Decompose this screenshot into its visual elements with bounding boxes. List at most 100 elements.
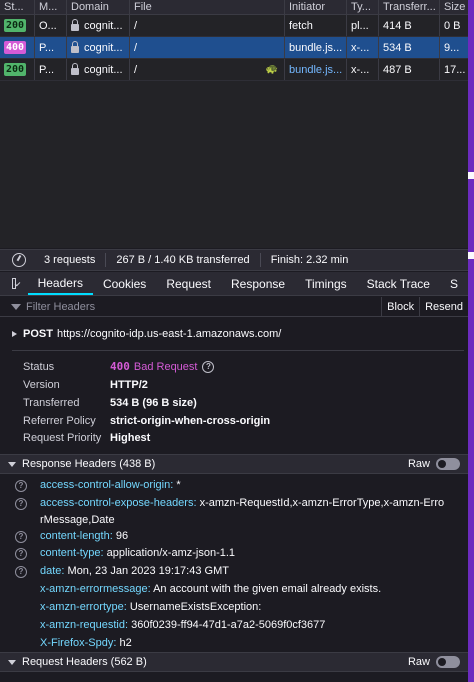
table-row[interactable]: 200 P... cognit... / 🐢 bundle.js... x-...… — [0, 59, 468, 81]
header-item[interactable]: x-amzn-errortype: UsernameExistsExceptio… — [0, 601, 464, 616]
header-value: UsernameExistsException: — [129, 601, 262, 613]
filter-headers-input[interactable]: Filter Headers — [26, 301, 381, 313]
header-item[interactable]: ? content-length: 96 — [0, 530, 464, 545]
col-domain[interactable]: Domain — [67, 0, 130, 14]
col-initiator[interactable]: Initiator — [285, 0, 347, 14]
help-icon[interactable]: ? — [15, 531, 27, 543]
col-status[interactable]: St... — [0, 0, 35, 14]
help-icon[interactable]: ? — [15, 498, 27, 510]
file-cell: / — [130, 37, 285, 58]
status-cell: 200 — [0, 59, 35, 80]
collapse-arrow-icon[interactable] — [8, 461, 16, 467]
request-line[interactable]: POST https://cognito-idp.us-east-1.amazo… — [12, 328, 281, 340]
file-cell: / 🐢 — [130, 59, 285, 80]
tab-headers[interactable]: Headers — [27, 272, 93, 295]
domain-cell: cognit... — [67, 15, 130, 36]
tab-response[interactable]: Response — [221, 272, 295, 295]
dock-panel-icon[interactable] — [12, 278, 16, 289]
turtle-icon: 🐢 — [265, 64, 278, 75]
window-edge — [468, 0, 474, 682]
help-icon[interactable]: ? — [15, 480, 27, 492]
header-item[interactable]: ? access-control-expose-headers: x-amzn-… — [0, 497, 464, 529]
raw-toggle[interactable] — [436, 656, 460, 668]
status-badge: 200 — [4, 19, 27, 32]
header-name: content-length: — [40, 530, 113, 542]
raw-label: Raw — [407, 656, 430, 668]
domain-text: cognit... — [84, 41, 123, 54]
initiator-cell[interactable]: bundle.js... — [285, 37, 347, 58]
type-cell: x-... — [347, 37, 379, 58]
block-button[interactable]: Block — [381, 297, 419, 316]
network-request-table: St... M... Domain File Initiator Ty... T… — [0, 0, 468, 248]
request-headers-title: Request Headers (562 B) — [22, 656, 147, 668]
initiator-cell[interactable]: bundle.js... — [285, 59, 347, 80]
header-item[interactable]: ? date: Mon, 23 Jan 2023 19:17:43 GMT — [0, 565, 464, 580]
tab-security[interactable]: S — [440, 272, 468, 295]
version-row: Version HTTP/2 — [23, 379, 148, 391]
domain-text: cognit... — [84, 19, 123, 32]
size-cell: 0 B — [444, 19, 461, 32]
col-type[interactable]: Ty... — [347, 0, 379, 14]
table-header: St... M... Domain File Initiator Ty... T… — [0, 0, 468, 15]
size-cell: 9... — [444, 41, 460, 54]
tab-cookies[interactable]: Cookies — [93, 272, 156, 295]
header-item[interactable]: x-amzn-errormessage: An account with the… — [0, 583, 464, 598]
status-cell: 400 — [0, 37, 35, 58]
header-name: x-amzn-requestid: — [40, 619, 129, 631]
table-row[interactable]: 200 O... cognit... / fetch pl... 414 B 0… — [0, 15, 468, 37]
resend-button[interactable]: Resend — [419, 297, 468, 316]
collapse-arrow-icon[interactable] — [8, 659, 16, 665]
header-item[interactable]: x-amzn-requestid: 360f0239-ff94-47d1-a7a… — [0, 619, 464, 634]
tab-timings[interactable]: Timings — [295, 272, 357, 295]
header-value: h2 — [119, 637, 132, 649]
header-item[interactable]: ? content-type: application/x-amz-json-1… — [0, 547, 464, 562]
col-file[interactable]: File — [130, 0, 285, 14]
header-item[interactable]: ? access-control-allow-origin: * — [0, 479, 464, 494]
col-transferred[interactable]: Transferr... — [379, 0, 440, 14]
header-name: X-Firefox-Spdy: — [40, 637, 117, 649]
priority-label: Request Priority — [23, 432, 102, 444]
transferred-label: Transferred — [23, 397, 80, 409]
tab-request[interactable]: Request — [156, 272, 221, 295]
help-icon[interactable]: ? — [15, 566, 27, 578]
header-item[interactable]: X-Firefox-Spdy: h2 — [0, 637, 464, 652]
size-cell: 17... — [444, 63, 466, 76]
help-icon[interactable]: ? — [15, 548, 27, 560]
header-value-wrap: rMessage,Date — [40, 514, 115, 526]
raw-toggle[interactable] — [436, 458, 460, 470]
method-cell: P... — [35, 37, 67, 58]
status-row: Status 400 Bad Request ? — [23, 360, 215, 373]
col-size[interactable]: Size — [440, 0, 468, 14]
domain-cell: cognit... — [67, 59, 130, 80]
header-value: An account with the given email already … — [153, 583, 382, 595]
type-cell: pl... — [347, 15, 379, 36]
finish-time: Finish: 2.32 min — [270, 254, 349, 266]
filter-bar: Filter Headers Block Resend — [0, 297, 468, 317]
header-name: access-control-expose-headers: — [40, 497, 197, 509]
response-headers-section[interactable]: Response Headers (438 B) Raw — [0, 454, 468, 474]
col-method[interactable]: M... — [35, 0, 67, 14]
filter-icon — [11, 303, 21, 310]
referrer-row: Referrer Policy strict-origin-when-cross… — [23, 415, 270, 427]
header-name: x-amzn-errormessage: — [40, 583, 151, 595]
request-headers-section[interactable]: Request Headers (562 B) Raw — [0, 652, 468, 672]
type-cell: x-... — [347, 59, 379, 80]
raw-label: Raw — [407, 458, 430, 470]
status-code: 400 — [110, 360, 130, 373]
help-icon[interactable]: ? — [202, 360, 215, 373]
method-cell: O... — [35, 15, 67, 36]
status-text: Bad Request — [133, 360, 198, 373]
method-cell: P... — [35, 59, 67, 80]
expand-arrow-icon[interactable] — [12, 331, 17, 337]
header-value: 360f0239-ff94-47d1-a7a2-5069f0cf3677 — [131, 619, 326, 631]
tab-stack-trace[interactable]: Stack Trace — [357, 272, 440, 295]
performance-icon[interactable] — [12, 253, 26, 267]
request-url: https://cognito-idp.us-east-1.amazonaws.… — [56, 328, 282, 340]
transferred-cell: 487 B — [379, 59, 440, 80]
transferred-cell: 534 B — [379, 37, 440, 58]
header-name: content-type: — [40, 547, 104, 559]
status-badge: 400 — [4, 41, 27, 54]
status-label: Status — [23, 360, 55, 373]
table-row-selected[interactable]: 400 P... cognit... / bundle.js... x-... … — [0, 37, 468, 59]
details-tabs: Headers Cookies Request Response Timings… — [0, 272, 468, 296]
